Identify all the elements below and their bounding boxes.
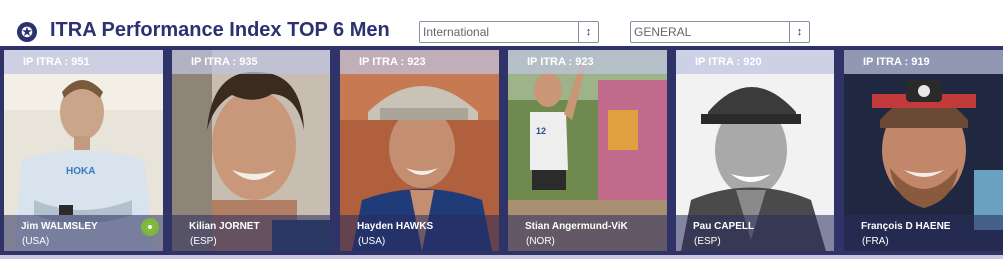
athlete-country: (USA) — [358, 236, 386, 247]
ranking-select[interactable]: GENERAL ↕ — [630, 21, 810, 43]
athlete-info: Hayden HAWKS (USA) — [340, 215, 499, 251]
athlete-country: (USA) — [22, 236, 50, 247]
athlete-country: (ESP) — [190, 236, 217, 247]
athlete-card[interactable]: 12 IP ITRA : 923 Stian Angermund-ViK (NO… — [508, 50, 667, 251]
svg-text:12: 12 — [536, 126, 546, 136]
athlete-name[interactable]: Stian Angermund-ViK — [525, 221, 628, 232]
athlete-name[interactable]: François D HAENE — [861, 221, 950, 232]
athlete-name[interactable]: Pau CAPELL — [693, 221, 754, 232]
ip-score-label: IP ITRA : 920 — [676, 50, 834, 74]
athlete-name[interactable]: Kilian JORNET — [189, 221, 260, 232]
athlete-info: Jim WALMSLEY (USA) — [4, 215, 163, 251]
athlete-info: François D HAENE (FRA) — [844, 215, 1003, 251]
ip-score-label: IP ITRA : 919 — [844, 50, 1003, 74]
athlete-card[interactable]: IP ITRA : 919 François D HAENE (FRA) — [844, 50, 1003, 251]
athlete-name[interactable]: Hayden HAWKS — [357, 221, 433, 232]
category-select[interactable]: International ↕ — [419, 21, 599, 43]
ranking-select-value: GENERAL — [634, 25, 692, 39]
category-select-value: International — [423, 25, 490, 39]
athlete-info: Stian Angermund-ViK (NOR) — [508, 215, 667, 251]
athlete-card[interactable]: IP ITRA : 935 Kilian JORNET (ESP) — [172, 50, 330, 251]
select-arrows-icon: ↕ — [578, 22, 598, 42]
athlete-info: Kilian JORNET (ESP) — [172, 215, 330, 251]
svg-text:HOKA: HOKA — [66, 166, 95, 177]
ip-score-label: IP ITRA : 951 — [4, 50, 163, 74]
star-icon: ✪ — [17, 22, 37, 42]
page-title: ITRA Performance Index TOP 6 Men — [50, 19, 390, 41]
eye-icon[interactable] — [141, 218, 159, 236]
athlete-name[interactable]: Jim WALMSLEY — [21, 221, 98, 232]
ip-score-label: IP ITRA : 935 — [172, 50, 330, 74]
header: ✪ ITRA Performance Index TOP 6 Men Inter… — [0, 0, 1003, 46]
athlete-card[interactable]: IP ITRA : 923 Hayden HAWKS (USA) — [340, 50, 499, 251]
band-bottom-border — [0, 255, 1003, 259]
athlete-card[interactable]: HOKA IP ITRA : 951 Jim WALMSLEY (USA) — [4, 50, 163, 251]
athlete-country: (ESP) — [694, 236, 721, 247]
athlete-info: Pau CAPELL (ESP) — [676, 215, 834, 251]
athlete-card[interactable]: IP ITRA : 920 Pau CAPELL (ESP) — [676, 50, 834, 251]
select-arrows-icon: ↕ — [789, 22, 809, 42]
athlete-country: (FRA) — [862, 236, 889, 247]
ip-score-label: IP ITRA : 923 — [508, 50, 667, 74]
athlete-country: (NOR) — [526, 236, 555, 247]
ip-score-label: IP ITRA : 923 — [340, 50, 499, 74]
